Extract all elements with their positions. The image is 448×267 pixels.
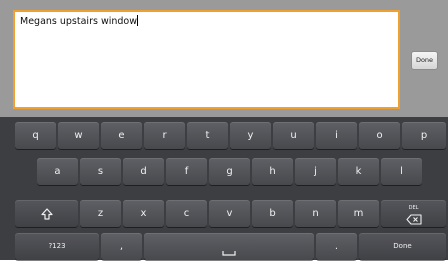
key-u[interactable]: u <box>273 122 314 149</box>
key-k[interactable]: k <box>338 158 379 185</box>
soft-keyboard: q w e r t y u i o p a s d f g h j k l z … <box>0 117 448 260</box>
text-input-value: Megans upstairs window <box>20 16 137 27</box>
key-m[interactable]: m <box>338 200 379 227</box>
key-n[interactable]: n <box>295 200 336 227</box>
key-g[interactable]: g <box>209 158 250 185</box>
done-action-button[interactable]: Done <box>411 51 438 70</box>
text-caret <box>137 15 138 26</box>
key-l[interactable]: l <box>381 158 422 185</box>
comma-key[interactable]: , <box>101 233 142 260</box>
delete-key[interactable]: DEL <box>381 200 446 227</box>
key-v[interactable]: v <box>209 200 250 227</box>
key-e[interactable]: e <box>101 122 142 149</box>
editor-area: Megans upstairs window Done <box>0 0 448 117</box>
delete-key-label: DEL <box>408 205 419 211</box>
key-w[interactable]: w <box>58 122 99 149</box>
key-h[interactable]: h <box>252 158 293 185</box>
space-bar-icon <box>222 251 236 256</box>
key-b[interactable]: b <box>252 200 293 227</box>
key-a[interactable]: a <box>37 158 78 185</box>
shift-arrow-icon <box>40 208 53 220</box>
key-f[interactable]: f <box>166 158 207 185</box>
period-key[interactable]: . <box>316 233 357 260</box>
key-i[interactable]: i <box>316 122 357 149</box>
done-key[interactable]: Done <box>359 233 446 260</box>
key-c[interactable]: c <box>166 200 207 227</box>
key-t[interactable]: t <box>187 122 228 149</box>
key-o[interactable]: o <box>359 122 400 149</box>
key-j[interactable]: j <box>295 158 336 185</box>
backspace-icon <box>405 214 422 225</box>
shift-key[interactable] <box>15 200 78 227</box>
key-x[interactable]: x <box>123 200 164 227</box>
key-y[interactable]: y <box>230 122 271 149</box>
key-p[interactable]: p <box>402 122 446 149</box>
space-key[interactable] <box>144 233 314 260</box>
text-input[interactable]: Megans upstairs window <box>13 10 400 109</box>
key-q[interactable]: q <box>15 122 56 149</box>
symbols-key[interactable]: ?123 <box>15 233 99 260</box>
key-r[interactable]: r <box>144 122 185 149</box>
key-z[interactable]: z <box>80 200 121 227</box>
key-d[interactable]: d <box>123 158 164 185</box>
key-s[interactable]: s <box>80 158 121 185</box>
